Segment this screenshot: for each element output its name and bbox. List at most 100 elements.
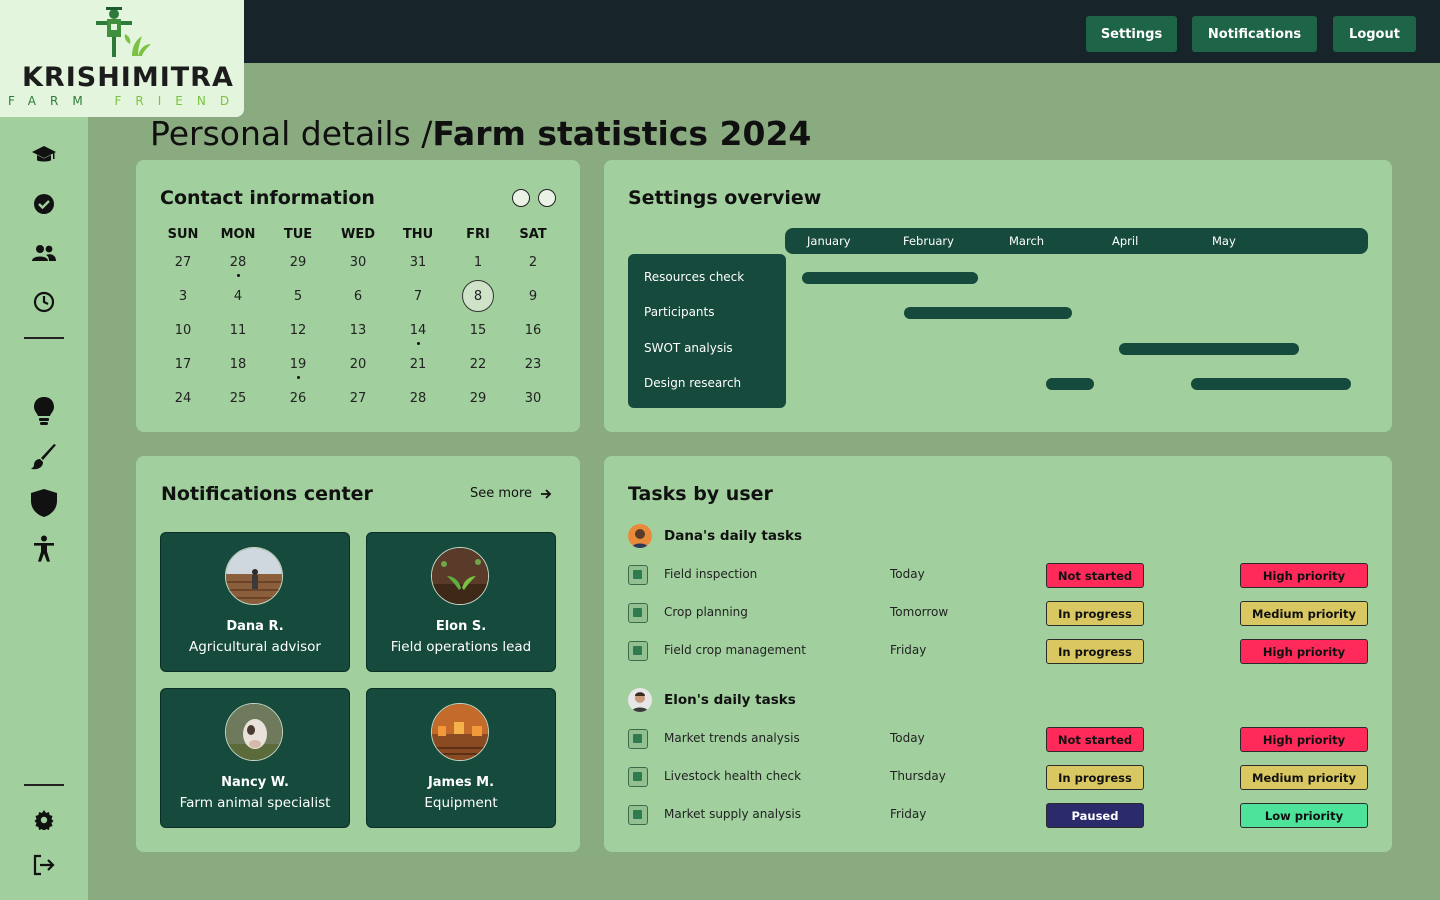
- task-due: Thursday: [890, 769, 946, 783]
- task-due: Tomorrow: [890, 605, 949, 619]
- task-name: Livestock health check: [664, 769, 802, 783]
- calendar-day[interactable]: 3: [163, 289, 203, 304]
- calendar-day[interactable]: 27: [338, 391, 378, 406]
- person-name: Dana R.: [226, 619, 284, 634]
- gear-icon[interactable]: [28, 804, 60, 836]
- calendar-day[interactable]: 9: [513, 289, 553, 304]
- notifications-button[interactable]: Notifications: [1192, 16, 1317, 52]
- calendar-day[interactable]: 1: [458, 255, 498, 270]
- calendar-day[interactable]: 26: [278, 391, 318, 406]
- calendar-day[interactable]: 11: [218, 323, 258, 338]
- task-group-header-elon: Elon's daily tasks: [628, 688, 796, 712]
- calendar-day[interactable]: 23: [513, 357, 553, 372]
- gantt-row-label: Resources check: [644, 270, 745, 284]
- calendar-day[interactable]: 8: [458, 289, 498, 304]
- gantt-bar-participants[interactable]: [904, 307, 1072, 319]
- task-group-header-dana: Dana's daily tasks: [628, 524, 802, 548]
- calendar-day[interactable]: 16: [513, 323, 553, 338]
- task-due: Today: [890, 731, 925, 745]
- event-dot: [417, 342, 420, 345]
- logout-icon[interactable]: [28, 849, 60, 881]
- person-card-james[interactable]: James M. Equipment: [366, 688, 556, 828]
- status-badge[interactable]: Paused: [1046, 803, 1144, 828]
- calendar-day[interactable]: 20: [338, 357, 378, 372]
- priority-badge[interactable]: High priority: [1240, 639, 1368, 664]
- calendar-day[interactable]: 22: [458, 357, 498, 372]
- status-badge[interactable]: In progress: [1046, 765, 1144, 790]
- gantt-bar-swot-analysis[interactable]: [1119, 343, 1299, 355]
- settings-button[interactable]: Settings: [1086, 16, 1177, 52]
- priority-badge[interactable]: Low priority: [1240, 803, 1368, 828]
- priority-badge[interactable]: Medium priority: [1240, 601, 1368, 626]
- priority-badge[interactable]: Medium priority: [1240, 765, 1368, 790]
- prev-month-button[interactable]: [512, 189, 530, 207]
- avatar: [431, 547, 489, 605]
- calendar-day[interactable]: 25: [218, 391, 258, 406]
- task-checkbox[interactable]: [628, 767, 648, 787]
- accessibility-icon[interactable]: [28, 533, 60, 565]
- task-due: Friday: [890, 643, 927, 657]
- check-circle-icon[interactable]: [28, 188, 60, 220]
- calendar-day[interactable]: 21: [398, 357, 438, 372]
- calendar-day[interactable]: 10: [163, 323, 203, 338]
- calendar-day[interactable]: 19: [278, 357, 318, 372]
- calendar-day[interactable]: 7: [398, 289, 438, 304]
- priority-badge[interactable]: High priority: [1240, 727, 1368, 752]
- person-card-elon[interactable]: Elon S. Field operations lead: [366, 532, 556, 672]
- task-checkbox[interactable]: [628, 729, 648, 749]
- task-checkbox[interactable]: [628, 641, 648, 661]
- calendar-day[interactable]: 28: [398, 391, 438, 406]
- gantt-bar-design-research-2[interactable]: [1191, 378, 1351, 390]
- task-name: Market supply analysis: [664, 807, 801, 821]
- event-dot: [297, 376, 300, 379]
- calendar-day[interactable]: 27: [163, 255, 203, 270]
- task-checkbox[interactable]: [628, 805, 648, 825]
- task-name: Field crop management: [664, 643, 806, 657]
- clock-icon[interactable]: [28, 286, 60, 318]
- calendar-day[interactable]: 24: [163, 391, 203, 406]
- event-dot: [237, 274, 240, 277]
- brand-logo[interactable]: KRISHIMITRA FARM FRIEND: [0, 0, 244, 117]
- task-checkbox[interactable]: [628, 565, 648, 585]
- calendar-day[interactable]: 30: [513, 391, 553, 406]
- person-card-dana[interactable]: Dana R. Agricultural advisor: [160, 532, 350, 672]
- status-badge[interactable]: Not started: [1046, 563, 1144, 588]
- calendar-day[interactable]: 31: [398, 255, 438, 270]
- see-more-link[interactable]: See more: [470, 486, 552, 501]
- gantt-bar-resources-check[interactable]: [802, 272, 978, 284]
- calendar-day[interactable]: 13: [338, 323, 378, 338]
- calendar-day[interactable]: 6: [338, 289, 378, 304]
- gantt-bar-design-research-1[interactable]: [1046, 378, 1094, 390]
- calendar-day[interactable]: 28: [218, 255, 258, 270]
- task-checkbox[interactable]: [628, 603, 648, 623]
- calendar-day[interactable]: 2: [513, 255, 553, 270]
- lightbulb-icon[interactable]: [28, 395, 60, 427]
- status-badge[interactable]: In progress: [1046, 601, 1144, 626]
- tasks-title: Tasks by user: [628, 483, 773, 505]
- calendar-day[interactable]: 18: [218, 357, 258, 372]
- brush-icon[interactable]: [28, 441, 60, 473]
- calendar-day[interactable]: 4: [218, 289, 258, 304]
- users-icon[interactable]: [28, 237, 60, 269]
- avatar: [225, 703, 283, 761]
- graduation-cap-icon[interactable]: [28, 139, 60, 171]
- calendar-day[interactable]: 17: [163, 357, 203, 372]
- next-month-button[interactable]: [538, 189, 556, 207]
- person-role: Agricultural advisor: [189, 639, 321, 655]
- logout-button[interactable]: Logout: [1333, 16, 1416, 52]
- month-label: May: [1212, 234, 1236, 248]
- calendar-day[interactable]: 5: [278, 289, 318, 304]
- calendar-day[interactable]: 29: [458, 391, 498, 406]
- arrow-right-icon: [541, 488, 552, 499]
- calendar-day[interactable]: 29: [278, 255, 318, 270]
- task-name: Market trends analysis: [664, 731, 800, 745]
- shield-icon[interactable]: [28, 487, 60, 519]
- person-card-nancy[interactable]: Nancy W. Farm animal specialist: [160, 688, 350, 828]
- status-badge[interactable]: In progress: [1046, 639, 1144, 664]
- status-badge[interactable]: Not started: [1046, 727, 1144, 752]
- calendar-day[interactable]: 14: [398, 323, 438, 338]
- priority-badge[interactable]: High priority: [1240, 563, 1368, 588]
- calendar-day[interactable]: 12: [278, 323, 318, 338]
- calendar-day[interactable]: 15: [458, 323, 498, 338]
- calendar-day[interactable]: 30: [338, 255, 378, 270]
